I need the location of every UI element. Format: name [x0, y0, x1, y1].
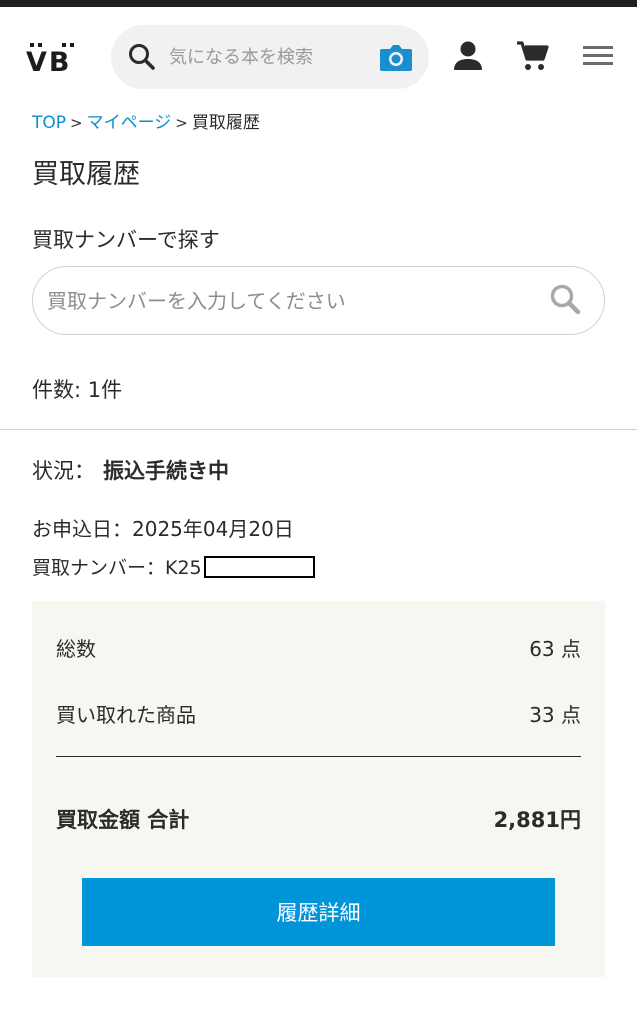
status-value: 振込手続き中 [103, 459, 229, 483]
apply-date: お申込日：2025年04月20日 [32, 517, 294, 541]
menu-icon[interactable] [581, 39, 615, 73]
result-count: 件数: 1件 [32, 378, 123, 402]
total-count-row: 総数 63 点 [56, 633, 581, 662]
breadcrumb-separator: > [70, 114, 83, 132]
cart-icon[interactable] [515, 39, 549, 73]
number-search-box[interactable] [32, 266, 605, 335]
bought-items-label: 買い取れた商品 [56, 703, 196, 727]
total-amount-row: 買取金額 合計 2,881円 [56, 804, 581, 834]
breadcrumb-separator: > [175, 114, 188, 132]
site-header: VB [0, 7, 637, 101]
logo-text: VB [26, 47, 72, 78]
page-title: 買取履歴 [32, 159, 140, 190]
total-amount-label: 買取金額 合計 [56, 808, 190, 832]
summary-divider [56, 756, 581, 757]
site-search-bar[interactable] [111, 25, 429, 89]
divider [0, 429, 637, 430]
user-icon[interactable] [451, 39, 485, 73]
status-label: 状況： [32, 459, 95, 483]
summary-panel: 総数 63 点 買い取れた商品 33 点 買取金額 合計 2,881円 履歴詳細 [32, 601, 605, 977]
site-logo[interactable]: VB [26, 41, 82, 81]
history-detail-button[interactable]: 履歴詳細 [82, 878, 555, 946]
logo-dot [38, 43, 42, 47]
camera-icon[interactable] [379, 41, 413, 73]
buy-number-row: 買取ナンバー：K25 [32, 553, 315, 580]
logo-dot [70, 43, 74, 47]
breadcrumb-top-link[interactable]: TOP [32, 113, 66, 133]
logo-dot [62, 43, 66, 47]
bought-items-row: 買い取れた商品 33 点 [56, 699, 581, 728]
logo-dot [30, 43, 34, 47]
total-amount-value: 2,881円 [493, 808, 581, 832]
number-search-input[interactable] [47, 285, 527, 317]
number-search-label: 買取ナンバーで探す [32, 228, 220, 252]
search-icon[interactable] [127, 42, 157, 72]
redacted-box [203, 556, 315, 578]
bought-items-value: 33 点 [529, 703, 581, 727]
breadcrumb: TOP > マイページ > 買取履歴 [32, 108, 260, 133]
total-count-label: 総数 [56, 637, 96, 661]
status-bar-strip [0, 0, 637, 7]
breadcrumb-current: 買取履歴 [191, 113, 260, 133]
search-icon[interactable] [548, 282, 582, 316]
site-search-input[interactable] [169, 43, 369, 71]
buy-number: 買取ナンバー：K25 [32, 557, 202, 579]
breadcrumb-mypage-link[interactable]: マイページ [87, 113, 172, 133]
total-count-value: 63 点 [529, 637, 581, 661]
status-row: 状況： 振込手続き中 [32, 455, 229, 485]
